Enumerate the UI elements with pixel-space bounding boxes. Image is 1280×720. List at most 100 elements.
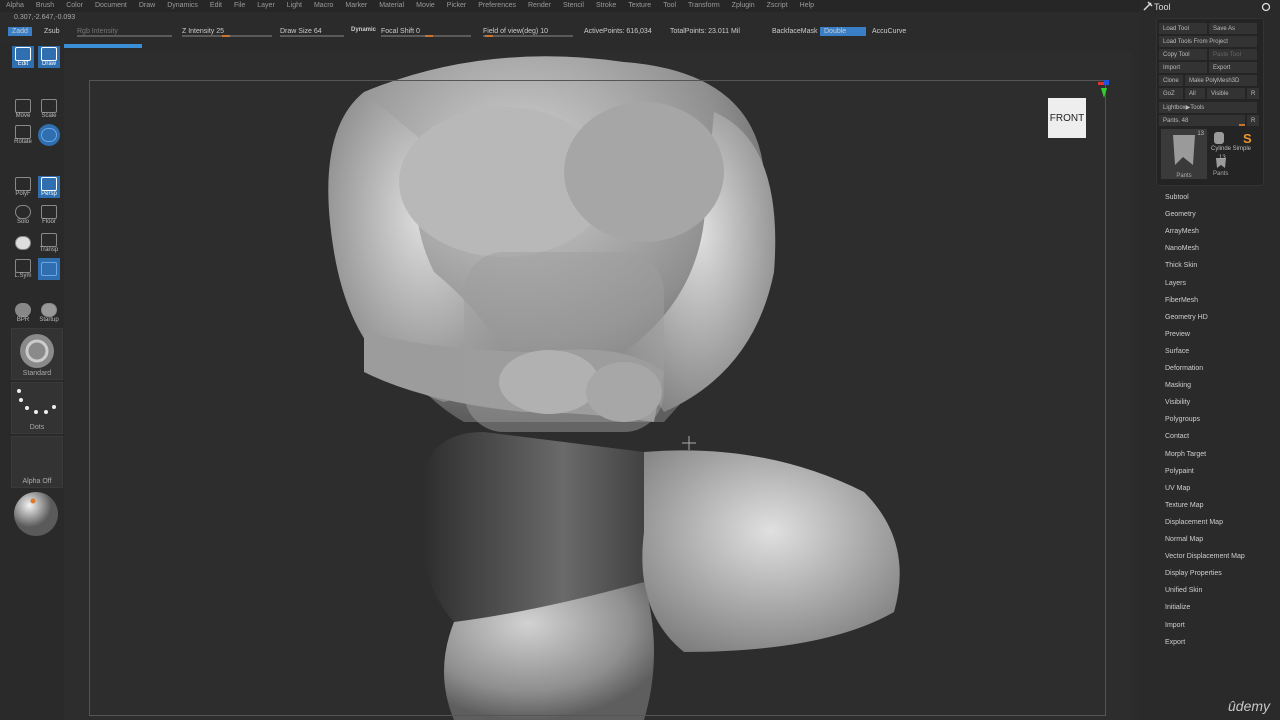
persp-button[interactable]: Persp — [38, 176, 60, 198]
menu-item-brush[interactable]: Brush — [30, 0, 60, 12]
polyf-button[interactable]: PolyF — [12, 176, 34, 198]
lsym-button[interactable]: L.Sym — [12, 258, 34, 280]
tool-thumbnail-pants-small[interactable]: 13 Pants — [1211, 155, 1231, 179]
menu-item-layer[interactable]: Layer — [251, 0, 281, 12]
floor-button[interactable]: Floor — [38, 204, 60, 226]
menu-item-transform[interactable]: Transform — [682, 0, 726, 12]
menu-item-preferences[interactable]: Preferences — [472, 0, 522, 12]
dynamic-button[interactable]: Dynamic — [351, 27, 376, 33]
subpalette-arraymesh[interactable]: ArrayMesh — [1165, 228, 1199, 235]
make-polymesh-button[interactable]: Make PolyMesh3D — [1185, 75, 1257, 86]
menu-item-marker[interactable]: Marker — [339, 0, 373, 12]
menu-item-edit[interactable]: Edit — [204, 0, 228, 12]
paste-tool-button[interactable]: Paste Tool — [1209, 49, 1257, 60]
rgb-intensity-track[interactable] — [77, 35, 172, 37]
subpalette-layers[interactable]: Layers — [1165, 280, 1186, 287]
rgb-intensity-slider[interactable]: Rgb Intensity — [77, 28, 118, 35]
menu-item-draw[interactable]: Draw — [133, 0, 161, 12]
field-of-view-slider[interactable]: Field of view(deg) 10 — [483, 28, 548, 35]
canvas-viewport[interactable]: FRONT — [64, 52, 1132, 720]
clone-button[interactable]: Clone — [1159, 75, 1183, 86]
move-button[interactable]: Move — [12, 98, 34, 120]
draw-size-slider[interactable]: Draw Size 64 — [280, 28, 322, 35]
load-tool-button[interactable]: Load Tool — [1159, 23, 1207, 34]
zadd-button[interactable]: Zadd — [8, 27, 32, 36]
solo-button[interactable]: Solo — [12, 204, 34, 226]
goz-all-button[interactable]: All — [1185, 88, 1205, 99]
subpalette-geometry[interactable]: Geometry — [1165, 211, 1196, 218]
rotate-button[interactable]: Rotate — [12, 124, 34, 146]
subpalette-uv-map[interactable]: UV Map — [1165, 485, 1190, 492]
z-intensity-slider[interactable]: Z Intensity 25 — [182, 28, 224, 35]
axis-gizmo-icon[interactable] — [1098, 80, 1110, 110]
menu-item-document[interactable]: Document — [89, 0, 133, 12]
current-tool-slider[interactable]: Pants. 48 — [1159, 115, 1245, 126]
menu-item-alpha[interactable]: Alpha — [0, 0, 30, 12]
import-button[interactable]: Import — [1159, 62, 1207, 73]
subpalette-unified-skin[interactable]: Unified Skin — [1165, 587, 1202, 594]
edit-button[interactable]: Edit — [12, 46, 34, 68]
line-fill-button[interactable] — [38, 258, 60, 280]
menu-item-movie[interactable]: Movie — [410, 0, 441, 12]
zsub-button[interactable]: Zsub — [44, 28, 60, 35]
gyro-button[interactable] — [38, 124, 60, 146]
subpalette-deformation[interactable]: Deformation — [1165, 365, 1203, 372]
subpalette-contact[interactable]: Contact — [1165, 433, 1189, 440]
load-tools-from-project-button[interactable]: Load Tools From Project — [1159, 36, 1257, 47]
lightbox-tools-button[interactable]: Lightbox▶Tools — [1159, 102, 1257, 113]
subpalette-geometry-hd[interactable]: Geometry HD — [1165, 314, 1208, 321]
subpalette-surface[interactable]: Surface — [1165, 348, 1189, 355]
stroke-selector[interactable]: Dots — [11, 382, 63, 434]
menu-item-material[interactable]: Material — [373, 0, 410, 12]
transp-button[interactable]: Transp — [38, 232, 60, 254]
bpr-button[interactable]: BPR — [12, 302, 34, 324]
subpalette-fibermesh[interactable]: FiberMesh — [1165, 297, 1198, 304]
export-button[interactable]: Export — [1209, 62, 1257, 73]
alpha-selector[interactable]: Alpha Off — [11, 436, 63, 488]
subpalette-morph-target[interactable]: Morph Target — [1165, 451, 1206, 458]
startup-button[interactable]: Startup — [38, 302, 60, 324]
menu-item-stroke[interactable]: Stroke — [590, 0, 622, 12]
menu-item-tool[interactable]: Tool — [657, 0, 682, 12]
subpalette-normal-map[interactable]: Normal Map — [1165, 536, 1203, 543]
draw-size-track[interactable] — [280, 35, 344, 37]
draw-button[interactable]: Draw — [38, 46, 60, 68]
goz-button[interactable]: GoZ — [1159, 88, 1183, 99]
menu-item-color[interactable]: Color — [60, 0, 89, 12]
scale-button[interactable]: Scale — [38, 98, 60, 120]
field-of-view-track[interactable] — [483, 35, 573, 37]
subpalette-display-properties[interactable]: Display Properties — [1165, 570, 1222, 577]
tool-thumbnail-pants[interactable]: 13 Pants — [1161, 129, 1207, 179]
subpalette-thick-skin[interactable]: Thick Skin — [1165, 262, 1197, 269]
subpalette-nanomesh[interactable]: NanoMesh — [1165, 245, 1199, 252]
menu-item-light[interactable]: Light — [281, 0, 308, 12]
menu-item-zscript[interactable]: Zscript — [761, 0, 794, 12]
subpalette-polypaint[interactable]: Polypaint — [1165, 468, 1194, 475]
subpalette-import[interactable]: Import — [1165, 622, 1185, 629]
double-button[interactable]: Double — [820, 27, 866, 36]
subpalette-displacement-map[interactable]: Displacement Map — [1165, 519, 1223, 526]
accucurve-button[interactable]: AccuCurve — [872, 28, 906, 35]
refresh-icon[interactable] — [1261, 2, 1271, 12]
backface-mask-button[interactable]: BackfaceMask — [772, 28, 818, 35]
copy-tool-button[interactable]: Copy Tool — [1159, 49, 1207, 60]
subpalette-texture-map[interactable]: Texture Map — [1165, 502, 1204, 509]
menu-item-picker[interactable]: Picker — [441, 0, 472, 12]
tool-thumbnail-cylinder[interactable]: S Cylinde Simple — [1211, 129, 1259, 153]
subpalette-export[interactable]: Export — [1165, 639, 1185, 646]
current-tool-r-button[interactable]: R — [1247, 115, 1259, 126]
goz-visible-button[interactable]: Visible — [1207, 88, 1245, 99]
menu-item-zplugin[interactable]: Zplugin — [726, 0, 761, 12]
focal-shift-slider[interactable]: Focal Shift 0 — [381, 28, 420, 35]
subpalette-masking[interactable]: Masking — [1165, 382, 1191, 389]
subpalette-vector-displacement-map[interactable]: Vector Displacement Map — [1165, 553, 1245, 560]
menu-item-dynamics[interactable]: Dynamics — [161, 0, 204, 12]
subpalette-subtool[interactable]: Subtool — [1165, 194, 1189, 201]
menu-item-macro[interactable]: Macro — [308, 0, 339, 12]
subpalette-preview[interactable]: Preview — [1165, 331, 1190, 338]
save-as-button[interactable]: Save As — [1209, 23, 1257, 34]
xpose-button[interactable] — [12, 232, 34, 254]
view-cube-front[interactable]: FRONT — [1048, 98, 1086, 138]
subpalette-polygroups[interactable]: Polygroups — [1165, 416, 1200, 423]
menu-item-stencil[interactable]: Stencil — [557, 0, 590, 12]
